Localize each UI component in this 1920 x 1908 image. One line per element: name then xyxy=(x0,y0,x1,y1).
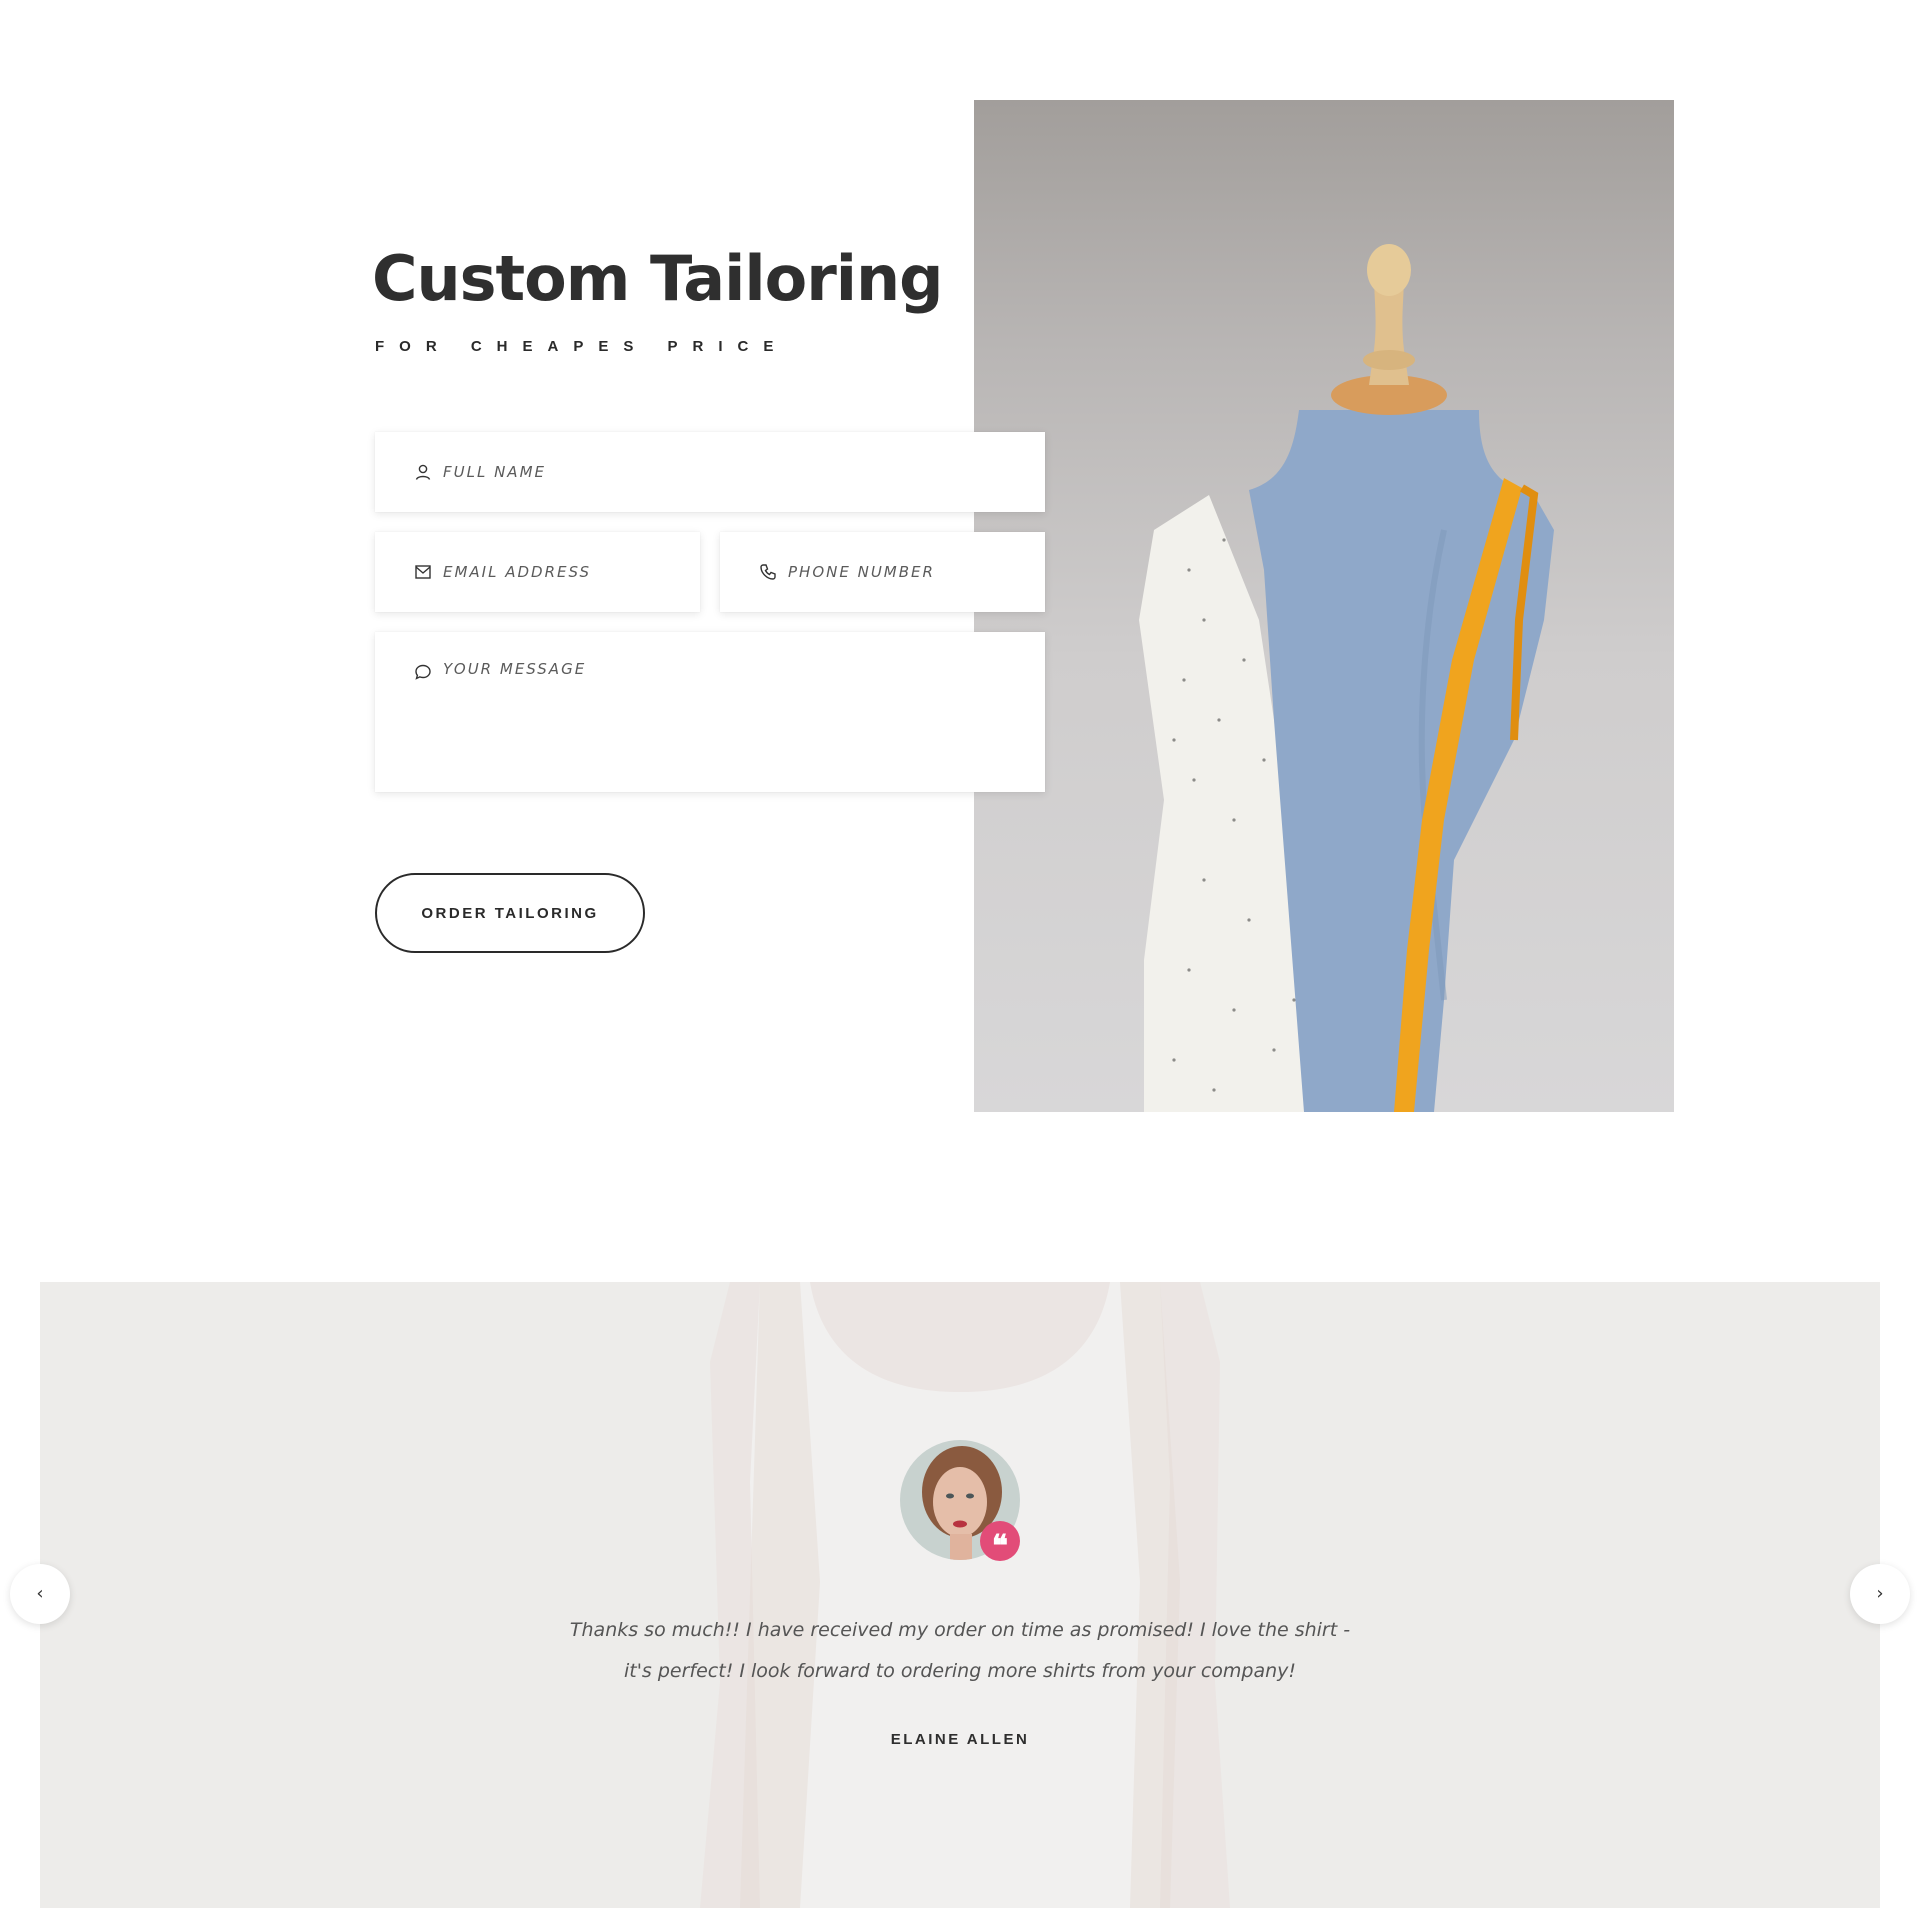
order-tailoring-button[interactable]: ORDER TAILORING xyxy=(375,873,645,953)
quote-icon: ❝ xyxy=(980,1521,1020,1564)
custom-tailoring-section: Custom Tailoring FOR CHEAPES PRICE FULL … xyxy=(0,0,1920,1180)
message-field[interactable] xyxy=(375,632,1045,792)
full-name-input[interactable] xyxy=(443,460,1025,484)
phone-icon xyxy=(758,562,778,582)
email-input[interactable] xyxy=(443,560,680,584)
user-icon xyxy=(413,462,433,482)
page-title: Custom Tailoring xyxy=(372,242,944,315)
phone-field[interactable] xyxy=(720,532,1045,612)
page-subtitle: FOR CHEAPES PRICE xyxy=(375,338,789,355)
testimonial-section xyxy=(40,1282,1880,1908)
testimonial-author: ELAINE ALLEN xyxy=(890,1731,1030,1748)
testimonial-quote: Thanks so much!! I have received my orde… xyxy=(569,1619,1351,1682)
chat-bubble-icon xyxy=(413,662,433,682)
next-slide-button[interactable]: › xyxy=(1850,1564,1910,1624)
mail-icon xyxy=(413,562,433,582)
mannequin-illustration xyxy=(1139,244,1554,1112)
testimonial-background-image xyxy=(40,1282,1880,1908)
message-input[interactable] xyxy=(443,660,1025,770)
mannequin-photo xyxy=(974,100,1674,1112)
phone-input[interactable] xyxy=(788,560,1025,584)
full-name-field[interactable] xyxy=(375,432,1045,512)
email-field[interactable] xyxy=(375,532,700,612)
previous-slide-button[interactable]: ‹ xyxy=(10,1564,70,1624)
